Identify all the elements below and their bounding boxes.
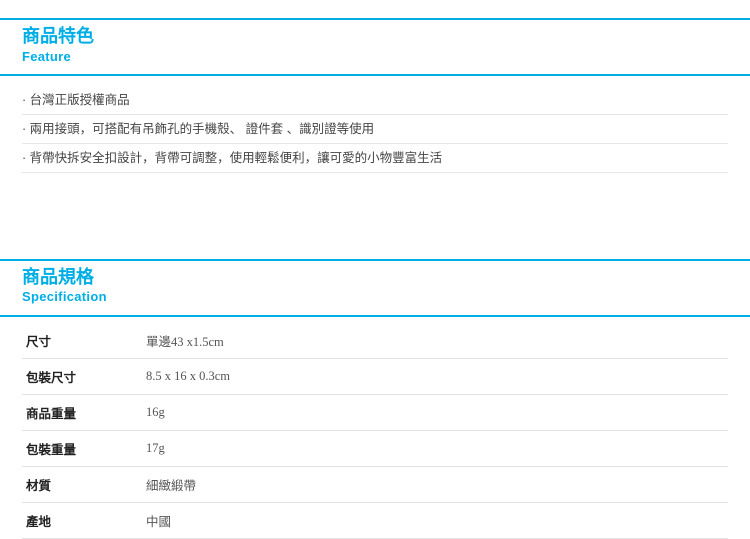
spec-value: 中國 — [142, 502, 728, 538]
table-row: 包裝尺寸 8.5 x 16 x 0.3cm — [22, 358, 728, 394]
spec-key: 材質 — [22, 466, 142, 502]
spec-table: 尺寸 單邊43 x1.5cm 包裝尺寸 8.5 x 16 x 0.3cm 商品重… — [22, 323, 728, 539]
feature-title-en: Feature — [22, 48, 728, 72]
spec-underline — [0, 315, 750, 317]
feature-list: 台灣正版授權商品 兩用接頭，可搭配有吊飾孔的手機殼、 證件套 、識別證等使用 背… — [0, 82, 750, 183]
feature-underline — [0, 74, 750, 76]
spec-section: 商品規格 Specification 尺寸 單邊43 x1.5cm 包裝尺寸 8… — [0, 259, 750, 539]
table-row: 商品重量 16g — [22, 394, 728, 430]
spec-value: 單邊43 x1.5cm — [142, 323, 728, 359]
spec-key: 包裝尺寸 — [22, 358, 142, 394]
spec-title-en: Specification — [22, 288, 728, 312]
spec-value: 細緻緞帶 — [142, 466, 728, 502]
spec-value: 17g — [142, 430, 728, 466]
feature-item: 兩用接頭，可搭配有吊飾孔的手機殼、 證件套 、識別證等使用 — [22, 115, 728, 144]
table-row: 材質 細緻緞帶 — [22, 466, 728, 502]
feature-item: 台灣正版授權商品 — [22, 86, 728, 115]
spec-value: 16g — [142, 394, 728, 430]
feature-header: 商品特色 Feature — [0, 20, 750, 74]
spec-header: 商品規格 Specification — [0, 261, 750, 315]
spec-title-cn: 商品規格 — [22, 267, 728, 289]
section-gap — [0, 213, 750, 241]
spec-key: 包裝重量 — [22, 430, 142, 466]
spec-value: 8.5 x 16 x 0.3cm — [142, 358, 728, 394]
feature-title-cn: 商品特色 — [22, 26, 728, 48]
feature-section: 商品特色 Feature 台灣正版授權商品 兩用接頭，可搭配有吊飾孔的手機殼、 … — [0, 18, 750, 183]
spec-key: 尺寸 — [22, 323, 142, 359]
table-row: 尺寸 單邊43 x1.5cm — [22, 323, 728, 359]
table-row: 包裝重量 17g — [22, 430, 728, 466]
table-row: 產地 中國 — [22, 502, 728, 538]
feature-item: 背帶快拆安全扣設計，背帶可調整，使用輕鬆便利，讓可愛的小物豐富生活 — [22, 144, 728, 173]
spec-key: 商品重量 — [22, 394, 142, 430]
spec-key: 產地 — [22, 502, 142, 538]
